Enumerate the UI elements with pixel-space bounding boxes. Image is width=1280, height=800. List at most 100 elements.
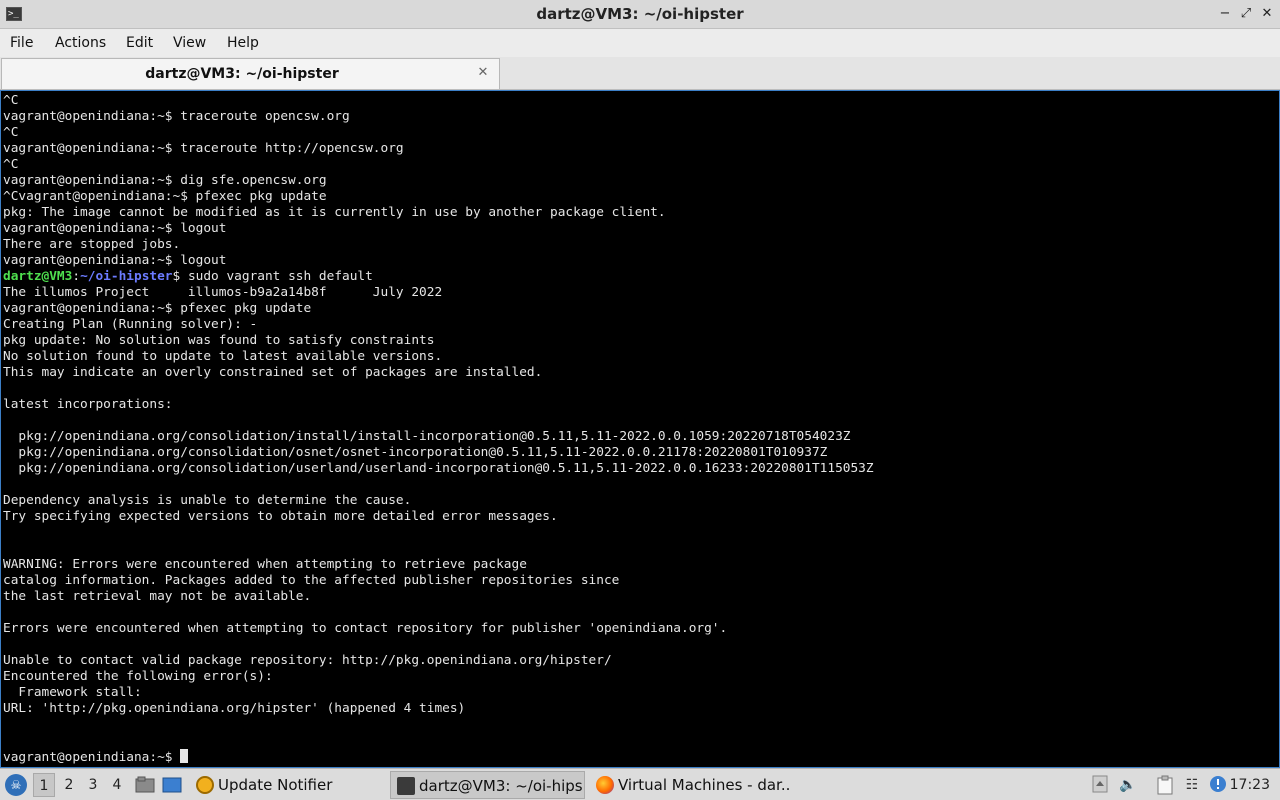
terminal-line-text: ^C — [3, 93, 19, 108]
update-notifier-icon — [196, 776, 214, 794]
terminal-line: pkg://openindiana.org/consolidation/inst… — [3, 429, 874, 445]
terminal-line-text: Errors were encountered when attempting … — [3, 621, 728, 636]
terminal-line-text: catalog information. Packages added to t… — [3, 573, 620, 588]
terminal-line: latest incorporations: — [3, 397, 874, 413]
terminal-line-text: vagrant@openindiana:~$ logout — [3, 253, 227, 268]
workspace-4-button[interactable]: 4 — [106, 773, 128, 797]
workspace-3-button[interactable]: 3 — [82, 773, 104, 797]
terminal-line: dartz@VM3:~/oi-hipster$ sudo vagrant ssh… — [3, 269, 874, 285]
terminal-line-text: URL: 'http://pkg.openindiana.org/hipster… — [3, 701, 466, 716]
terminal-line-text: vagrant@openindiana:~$ pfexec pkg update — [3, 301, 312, 316]
start-menu-icon[interactable]: ☠ — [5, 774, 27, 796]
terminal-line-text: Encountered the following error(s): — [3, 669, 273, 684]
task-label: Update Notifier — [218, 776, 333, 794]
terminal-line: Try specifying expected versions to obta… — [3, 509, 874, 525]
terminal-output[interactable]: ^C vagrant@openindiana:~$ traceroute open… — [0, 90, 1280, 768]
terminal-line-text: No solution found to update to latest av… — [3, 349, 443, 364]
desktop-icon[interactable] — [162, 775, 182, 795]
terminal-lines: ^C vagrant@openindiana:~$ traceroute open… — [3, 93, 874, 765]
terminal-line-text: This may indicate an overly constrained … — [3, 365, 543, 380]
terminal-cursor — [180, 749, 189, 763]
terminal-line: This may indicate an overly constrained … — [3, 365, 874, 381]
prompt-colon: : — [72, 269, 81, 284]
menu-help[interactable]: Help — [227, 29, 259, 57]
terminal-line-text: pkg: The image cannot be modified as it … — [3, 205, 666, 220]
workspace-2-button[interactable]: 2 — [58, 773, 80, 797]
tab-close-icon[interactable]: ✕ — [475, 65, 491, 81]
prompt-command: sudo vagrant ssh default — [180, 269, 373, 284]
task-update-notifier[interactable]: Update Notifier — [190, 771, 380, 799]
volume-icon[interactable]: 🔈 — [1118, 775, 1138, 795]
terminal-line: URL: 'http://pkg.openindiana.org/hipster… — [3, 701, 874, 717]
terminal-line: vagrant@openindiana:~$ pfexec pkg update — [3, 301, 874, 317]
task-label: dartz@VM3: ~/oi-hips... — [419, 777, 585, 795]
terminal-line: pkg update: No solution was found to sat… — [3, 333, 874, 349]
terminal-line: WARNING: Errors were encountered when at… — [3, 557, 874, 573]
task-firefox[interactable]: Virtual Machines - dar... — [590, 771, 790, 799]
terminal-line-text: Framework stall: — [3, 685, 142, 700]
minimize-button[interactable]: − — [1216, 5, 1234, 23]
update-status-icon[interactable] — [1208, 775, 1228, 795]
terminal-line: No solution found to update to latest av… — [3, 349, 874, 365]
task-label: Virtual Machines - dar... — [618, 776, 790, 794]
terminal-line: ^Cvagrant@openindiana:~$ pfexec pkg upda… — [3, 189, 874, 205]
terminal-line-text: latest incorporations: — [3, 397, 173, 412]
terminal-icon — [397, 777, 415, 795]
network-icon[interactable]: ☷ — [1182, 775, 1202, 795]
clipboard-icon[interactable] — [1155, 775, 1175, 795]
close-button[interactable]: ✕ — [1258, 5, 1276, 23]
terminal-line-text: vagrant@openindiana:~$ traceroute opencs… — [3, 109, 350, 124]
terminal-line: vagrant@openindiana:~$ traceroute opencs… — [3, 109, 874, 125]
terminal-line-text: ^Cvagrant@openindiana:~$ pfexec pkg upda… — [3, 189, 327, 204]
terminal-line: vagrant@openindiana:~$ dig sfe.opencsw.o… — [3, 173, 874, 189]
menu-edit[interactable]: Edit — [126, 29, 153, 57]
terminal-line-text: vagrant@openindiana:~$ traceroute http:/… — [3, 141, 404, 156]
firefox-icon — [596, 776, 614, 794]
terminal-line-text: the last retrieval may not be available. — [3, 589, 312, 604]
terminal-line: catalog information. Packages added to t… — [3, 573, 874, 589]
terminal-line: vagrant@openindiana:~$ logout — [3, 253, 874, 269]
menu-view[interactable]: View — [173, 29, 206, 57]
terminal-line: There are stopped jobs. — [3, 237, 874, 253]
window-title: dartz@VM3: ~/oi-hipster — [536, 5, 744, 23]
file-manager-icon[interactable] — [135, 775, 155, 795]
tab-bar: dartz@VM3: ~/oi-hipster ✕ — [0, 57, 1280, 90]
terminal-line-text: WARNING: Errors were encountered when at… — [3, 557, 527, 572]
terminal-line-text: ^C — [3, 125, 19, 140]
terminal-line-text: vagrant@openindiana:~$ dig sfe.opencsw.o… — [3, 173, 327, 188]
menu-actions[interactable]: Actions — [55, 29, 106, 57]
terminal-line: ^C — [3, 157, 874, 173]
terminal-line-text: pkg://openindiana.org/consolidation/osne… — [3, 445, 828, 460]
tab-terminal[interactable]: dartz@VM3: ~/oi-hipster ✕ — [1, 58, 500, 89]
task-terminal[interactable]: dartz@VM3: ~/oi-hips... — [390, 771, 585, 799]
workspace-1-button[interactable]: 1 — [33, 773, 55, 797]
menu-file[interactable]: File — [10, 29, 33, 57]
terminal-line-text: pkg://openindiana.org/consolidation/inst… — [3, 429, 851, 444]
terminal-line-text: vagrant@openindiana:~$ — [3, 750, 181, 765]
clock: 17:23 — [1229, 777, 1270, 793]
maximize-button[interactable]: ⤢ — [1237, 5, 1255, 23]
terminal-line: Unable to contact valid package reposito… — [3, 653, 874, 669]
terminal-line: Creating Plan (Running solver): - — [3, 317, 874, 333]
terminal-line: pkg://openindiana.org/consolidation/osne… — [3, 445, 874, 461]
terminal-line-text: Try specifying expected versions to obta… — [3, 509, 558, 524]
terminal-line-text: vagrant@openindiana:~$ logout — [3, 221, 227, 236]
menu-bar: File Actions Edit View Help — [0, 29, 1280, 57]
terminal-line: vagrant@openindiana:~$ traceroute http:/… — [3, 141, 874, 157]
tray-collapse-icon[interactable] — [1090, 775, 1110, 795]
terminal-line: Encountered the following error(s): — [3, 669, 874, 685]
terminal-line: ^C — [3, 93, 874, 109]
terminal-line-text: ^C — [3, 157, 19, 172]
tab-title: dartz@VM3: ~/oi-hipster — [145, 66, 339, 82]
terminal-line: pkg: The image cannot be modified as it … — [3, 205, 874, 221]
window-titlebar[interactable]: >_ dartz@VM3: ~/oi-hipster − ⤢ ✕ — [0, 0, 1280, 29]
terminal-line: the last retrieval may not be available. — [3, 589, 874, 605]
